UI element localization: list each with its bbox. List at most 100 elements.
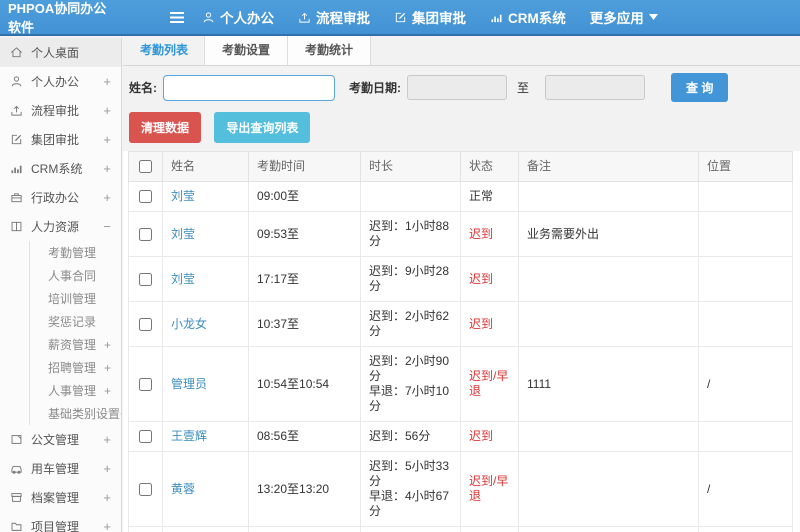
employee-name-link[interactable]: 刘莹: [171, 189, 195, 203]
plus-icon[interactable]: +: [103, 74, 111, 89]
sidebar-item[interactable]: 公文管理 +: [0, 425, 121, 454]
sidebar-subitem[interactable]: 考勤管理: [30, 241, 121, 264]
row-checkbox[interactable]: [139, 430, 152, 444]
sidebar-subitem[interactable]: 人事合同: [30, 264, 121, 287]
nav-more-apps[interactable]: 更多应用: [578, 0, 670, 34]
row-checkbox[interactable]: [139, 190, 152, 204]
plus-icon[interactable]: +: [103, 190, 111, 205]
select-all-checkbox[interactable]: [139, 160, 152, 174]
sidebar-item[interactable]: 个人办公 +: [0, 67, 121, 96]
employee-name-link[interactable]: 王壹辉: [171, 429, 207, 443]
row-checkbox-cell: [128, 346, 163, 422]
sidebar-item[interactable]: 流程审批 +: [0, 96, 121, 125]
attendance-time-cell: 10:54至10:54: [248, 346, 361, 422]
sidebar: 个人桌面 个人办公 + 流程审批 + 集团审批 + CRM系统 + 行政办公 + 人力资源 − 考勤管理人…: [0, 38, 122, 532]
plus-icon[interactable]: +: [103, 432, 111, 447]
briefcase-icon: [10, 191, 23, 204]
nav-personal-office[interactable]: 个人办公: [190, 0, 286, 34]
employee-name-link[interactable]: 黄蓉: [171, 482, 195, 496]
sidebar-item-label: 流程审批: [31, 104, 80, 118]
row-checkbox-cell: [128, 301, 163, 347]
status-badge: 迟到/早退: [469, 369, 509, 398]
sidebar-subitem[interactable]: 基础类别设置+: [30, 402, 121, 425]
table-row: 刘莹 09:53至 迟到：1小时88分 迟到 业务需要外出: [128, 211, 793, 257]
row-checkbox[interactable]: [139, 482, 152, 496]
attendance-time-cell: 17:17至: [248, 256, 361, 302]
sidebar-item[interactable]: 行政办公 +: [0, 183, 121, 212]
sidebar-item-label: 用车管理: [31, 462, 80, 476]
tab-attendance-settings[interactable]: 考勤设置: [204, 36, 289, 65]
name-filter-input[interactable]: [163, 74, 335, 101]
sidebar-subitem[interactable]: 奖惩记录: [30, 310, 121, 333]
date-to-input[interactable]: [545, 75, 646, 100]
plus-icon[interactable]: +: [103, 132, 111, 147]
sidebar-item[interactable]: 用车管理 +: [0, 454, 121, 483]
duration-cell: 迟到：2小时03分: [360, 526, 461, 532]
name-cell: 刘莹: [162, 211, 249, 257]
row-checkbox[interactable]: [139, 317, 152, 331]
remark-cell: [518, 526, 699, 532]
person-icon: [202, 11, 215, 24]
sidebar-item[interactable]: 集团审批 +: [0, 125, 121, 154]
plus-icon[interactable]: +: [103, 161, 111, 176]
clear-data-button[interactable]: 清理数据: [129, 112, 202, 143]
duration-cell: [360, 181, 461, 212]
doc-icon: [10, 433, 23, 446]
sidebar-subitem[interactable]: 招聘管理 +: [30, 356, 121, 379]
tab-attendance-list[interactable]: 考勤列表: [123, 36, 205, 65]
sidebar-subitem[interactable]: 培训管理: [30, 287, 121, 310]
nav-workflow-approval[interactable]: 流程审批: [286, 0, 382, 34]
employee-name-link[interactable]: 刘莹: [171, 227, 195, 241]
sidebar-subitem[interactable]: 薪资管理 +: [30, 333, 121, 356]
row-checkbox[interactable]: [139, 377, 152, 391]
plus-icon[interactable]: +: [104, 361, 111, 375]
row-checkbox[interactable]: [139, 272, 152, 286]
table-row: 管理员 10:54至10:54 迟到：2小时90分 早退：7小时10分 迟到/早退 111…: [128, 346, 793, 422]
plus-icon[interactable]: +: [120, 407, 121, 421]
employee-name-link[interactable]: 刘莹: [171, 272, 195, 286]
sidebar-subitem-label: 考勤管理: [48, 246, 97, 260]
sidebar-subitem-label: 培训管理: [48, 292, 97, 306]
plus-icon[interactable]: +: [103, 490, 111, 505]
row-checkbox-cell: [128, 526, 163, 532]
sidebar-item[interactable]: CRM系统 +: [0, 154, 121, 183]
duration-line: 迟到：2小时62分: [369, 309, 450, 338]
column-header: 考勤时间: [248, 151, 361, 182]
person-icon: [10, 75, 23, 88]
sidebar-item-label: 个人桌面: [31, 46, 80, 60]
sidebar-subitem[interactable]: 人事管理 +: [30, 379, 121, 402]
plus-icon[interactable]: +: [103, 103, 111, 118]
nav-label: 更多应用: [589, 11, 644, 26]
sidebar-subitem-label: 基础类别设置: [48, 407, 121, 421]
action-buttons: 清理数据 导出查询列表: [123, 109, 800, 151]
sidebar-subitem-label: 薪资管理: [48, 338, 97, 352]
date-from-input[interactable]: [407, 75, 507, 100]
tab-attendance-statistics[interactable]: 考勤统计: [287, 36, 372, 65]
plus-icon[interactable]: +: [103, 461, 111, 476]
plus-icon[interactable]: +: [104, 338, 111, 352]
sidebar-item[interactable]: 个人桌面: [0, 38, 121, 67]
status-badge: 迟到: [469, 316, 494, 331]
minus-icon[interactable]: −: [103, 219, 111, 234]
plus-icon[interactable]: +: [104, 384, 111, 398]
column-header: 姓名: [162, 151, 249, 182]
hamburger-menu-icon[interactable]: [164, 11, 190, 24]
duration-cell: 迟到：1小时88分: [360, 211, 461, 257]
employee-name-link[interactable]: 小龙女: [171, 317, 207, 331]
sidebar-item[interactable]: 人力资源 −: [0, 212, 121, 241]
nav-crm-system[interactable]: CRM系统: [478, 0, 578, 34]
plus-icon[interactable]: +: [103, 519, 111, 532]
search-button[interactable]: 查 询: [671, 73, 729, 102]
car-icon: [10, 462, 23, 475]
sidebar-item[interactable]: 档案管理 +: [0, 483, 121, 512]
sidebar-item[interactable]: 项目管理 +: [0, 512, 121, 532]
nav-group-approval[interactable]: 集团审批: [382, 0, 478, 34]
workflow-icon: [298, 11, 311, 24]
employee-name-link[interactable]: 管理员: [171, 377, 207, 391]
chart-icon: [10, 162, 23, 175]
attendance-time-cell: 09:53至: [248, 211, 361, 257]
nav-label: 流程审批: [316, 11, 370, 26]
row-checkbox[interactable]: [139, 227, 152, 241]
export-list-button[interactable]: 导出查询列表: [214, 112, 311, 143]
name-cell: 王壹辉: [162, 526, 249, 532]
